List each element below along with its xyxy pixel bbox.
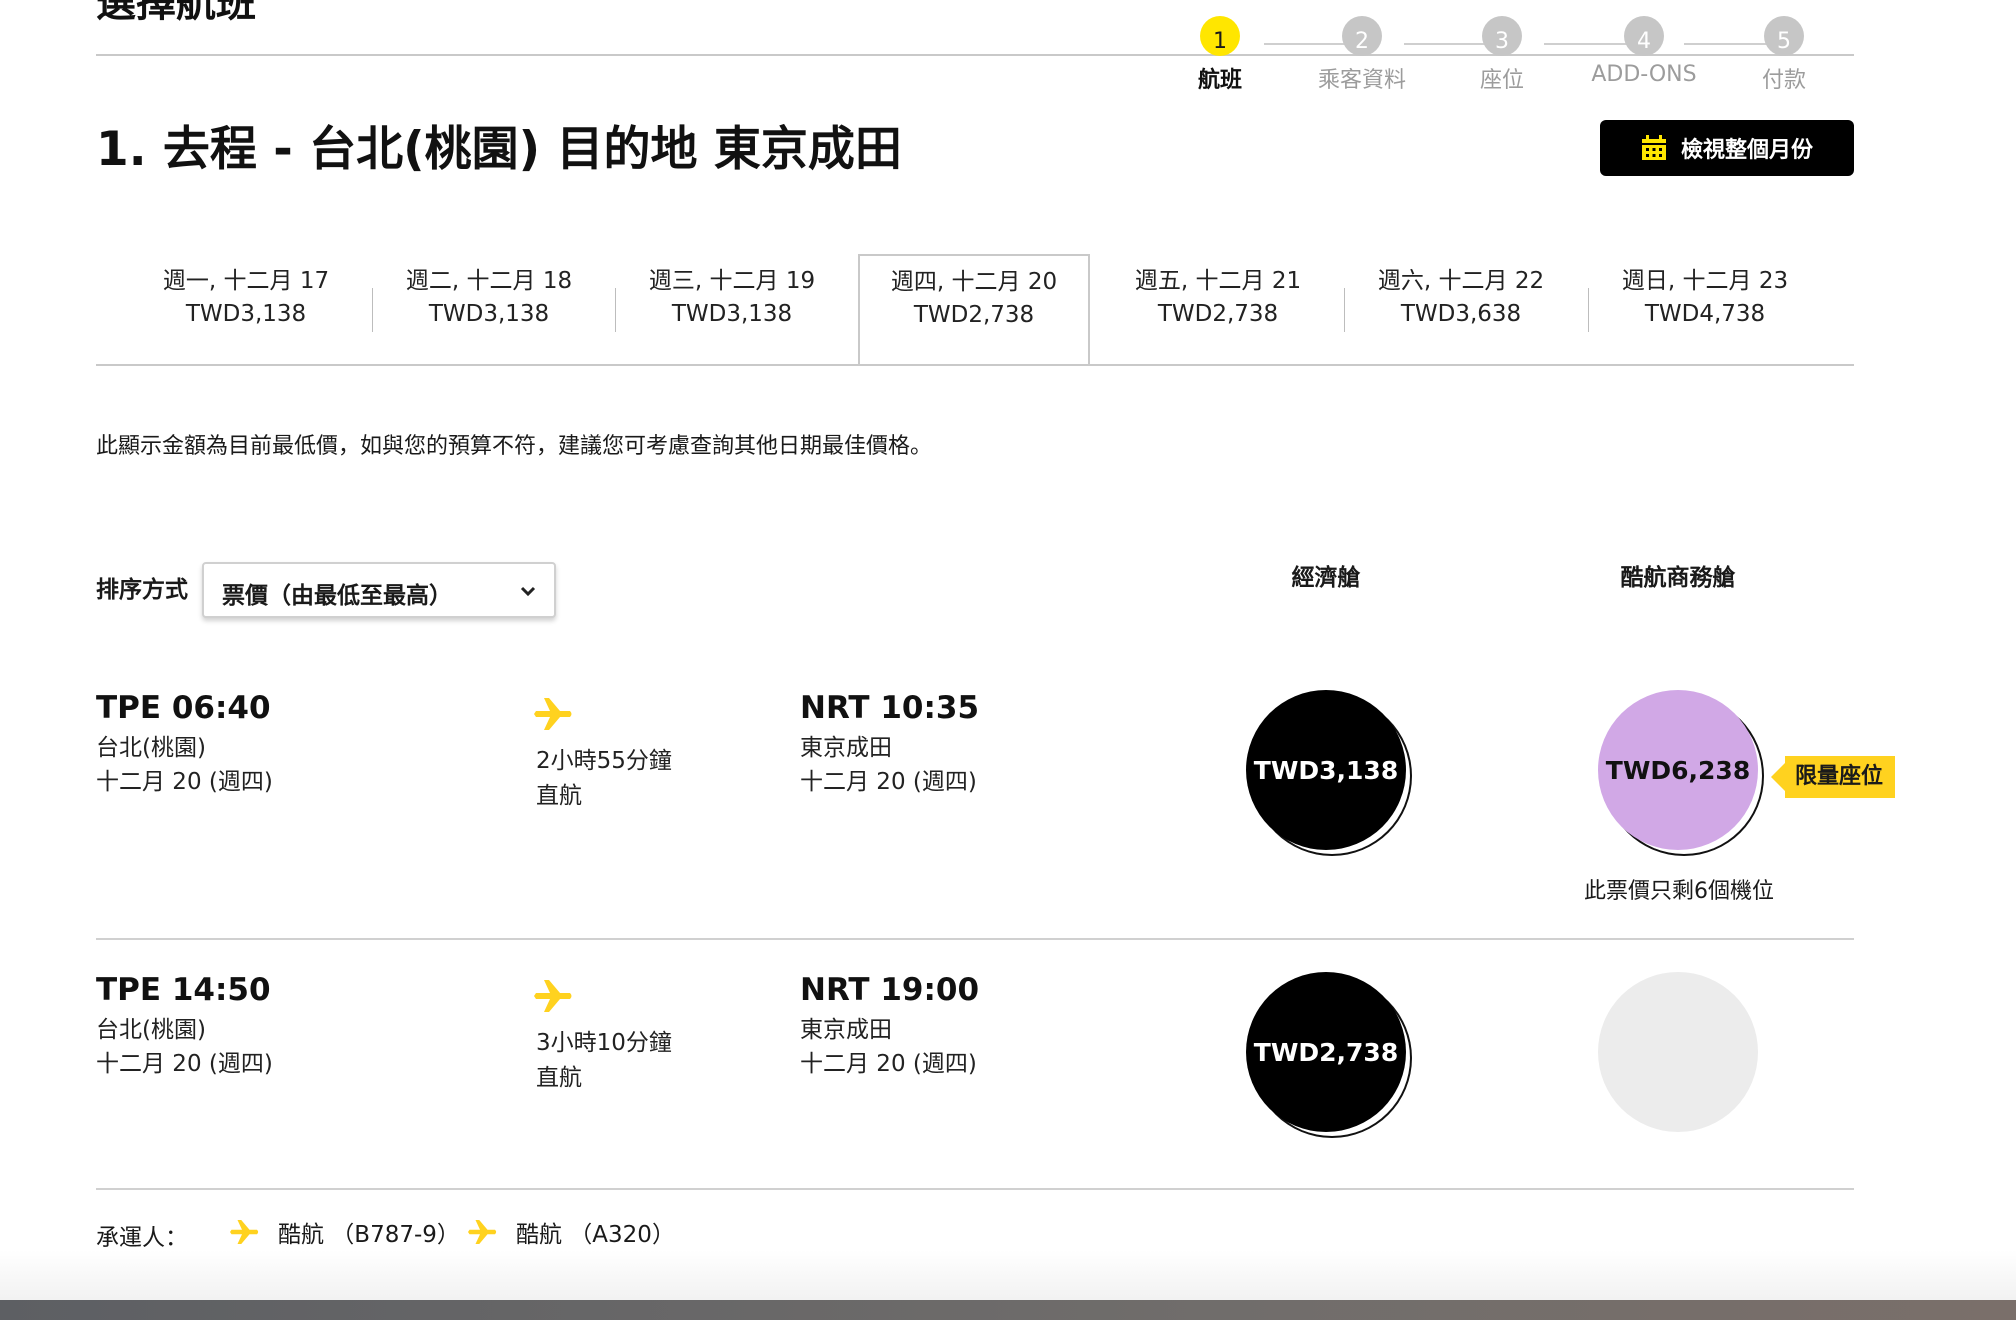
date-tab-day: 週二, 十二月 18 [405, 268, 573, 294]
section-heading: 選擇航班 [96, 0, 256, 26]
lowest-price-notice: 此顯示金額為目前最低價，如與您的預算不符，建議您可考慮查詢其他日期最佳價格。 [96, 434, 933, 459]
carrier-name: 酷航 （B787-9） [278, 1222, 460, 1248]
business-fare-unavailable [1598, 972, 1758, 1132]
view-whole-month-button[interactable]: 檢視整個月份 [1600, 120, 1854, 176]
departure-date: 十二月 20 (週四) [96, 1051, 273, 1077]
arrival-date: 十二月 20 (週四) [800, 769, 977, 795]
carrier-item: 酷航 （B787-9） [230, 1215, 460, 1249]
step-2-label: 乘客資料 [1317, 68, 1406, 93]
carrier-item: 酷航 （A320） [468, 1215, 675, 1249]
arrival-city: 東京成田 [800, 735, 892, 761]
date-tab-sun-23[interactable]: 週日, 十二月 23 TWD4,738 [1589, 265, 1821, 345]
arrival-time: NRT 19:00 [800, 972, 980, 1008]
business-column-header: 酷航商務艙 [1620, 565, 1736, 591]
economy-fare-button[interactable]: TWD2,738 [1246, 972, 1406, 1132]
date-tab-day: 週一, 十二月 17 [162, 268, 330, 294]
arrival-city: 東京成田 [800, 1017, 892, 1043]
departure-time: TPE 14:50 [96, 972, 271, 1008]
date-tab-day: 週四, 十二月 20 [890, 269, 1058, 295]
departure-date: 十二月 20 (週四) [96, 769, 273, 795]
date-tab-sat-22[interactable]: 週六, 十二月 22 TWD3,638 [1345, 265, 1577, 345]
sort-select[interactable]: 票價（由最低至最高） [202, 562, 556, 618]
arrival-time: NRT 10:35 [800, 690, 980, 726]
sort-selected-value: 票價（由最低至最高） [222, 583, 452, 609]
departure-time: TPE 06:40 [96, 690, 271, 726]
row-divider [96, 938, 1854, 940]
date-tab-price: TWD2,738 [1157, 301, 1279, 327]
step-5-circle: 5 [1764, 16, 1804, 56]
economy-fare-price: TWD3,138 [1253, 755, 1399, 785]
business-fare-button[interactable]: TWD6,238 [1598, 690, 1758, 850]
os-taskbar [0, 1300, 2016, 1320]
date-tab-thu-20-selected[interactable]: 週四, 十二月 20 TWD2,738 [858, 254, 1090, 365]
date-tab-price: TWD3,138 [671, 301, 793, 327]
date-tab-day: 週日, 十二月 23 [1621, 268, 1789, 294]
step-4-circle: 4 [1624, 16, 1664, 56]
page-title: 1. 去程 - 台北(桃園) 目的地 東京成田 [96, 122, 902, 177]
step-3-circle: 3 [1482, 16, 1522, 56]
top-divider [96, 54, 1854, 56]
calendar-icon [1641, 135, 1667, 161]
flight-duration: 3小時10分鐘 [536, 1030, 672, 1056]
flight-duration: 2小時55分鐘 [536, 748, 672, 774]
date-tab-price: TWD2,738 [913, 302, 1035, 328]
date-tab-fri-21[interactable]: 週五, 十二月 21 TWD2,738 [1102, 265, 1334, 345]
date-tab-mon-17[interactable]: 週一, 十二月 17 TWD3,138 [130, 265, 362, 345]
chevron-down-icon [518, 581, 538, 601]
plane-icon [534, 694, 574, 734]
sort-label: 排序方式 [96, 577, 188, 603]
economy-fare-price: TWD2,738 [1253, 1037, 1399, 1067]
date-tab-day: 週五, 十二月 21 [1134, 268, 1302, 294]
plane-icon [534, 976, 574, 1016]
date-tab-day: 週六, 十二月 22 [1377, 268, 1545, 294]
date-tab-price: TWD3,638 [1400, 301, 1522, 327]
seats-left-text: 此票價只剩6個機位 [1584, 879, 1774, 904]
tabs-divider [96, 364, 1854, 366]
departure-city: 台北(桃園) [96, 1017, 206, 1043]
plane-icon [468, 1220, 497, 1244]
flight-stops: 直航 [536, 1065, 582, 1091]
date-tab-wed-19[interactable]: 週三, 十二月 19 TWD3,138 [616, 265, 848, 345]
date-tab-price: TWD4,738 [1644, 301, 1766, 327]
flight-stops: 直航 [536, 783, 582, 809]
step-5-label: 付款 [1761, 68, 1806, 93]
economy-fare-button[interactable]: TWD3,138 [1246, 690, 1406, 850]
page-bottom-fade [0, 1250, 2016, 1300]
step-3-label: 座位 [1479, 68, 1524, 93]
economy-column-header: 經濟艙 [1291, 565, 1361, 591]
step-2-circle: 2 [1342, 16, 1382, 56]
carriers-label: 承運人： [96, 1225, 188, 1251]
carrier-name: 酷航 （A320） [516, 1222, 675, 1248]
business-fare-price: TWD6,238 [1605, 755, 1751, 785]
date-tab-tue-18[interactable]: 週二, 十二月 18 TWD3,138 [373, 265, 605, 345]
plane-icon [230, 1220, 259, 1244]
step-1-circle: 1 [1200, 16, 1240, 56]
step-1-label: 航班 [1197, 68, 1242, 93]
date-tab-price: TWD3,138 [428, 301, 550, 327]
date-tab-day: 週三, 十二月 19 [648, 268, 816, 294]
step-4-label: ADD-ONS [1591, 62, 1697, 87]
view-whole-month-label: 檢視整個月份 [1680, 138, 1813, 163]
arrival-date: 十二月 20 (週四) [800, 1051, 977, 1077]
departure-city: 台北(桃園) [96, 735, 206, 761]
date-tab-price: TWD3,138 [185, 301, 307, 327]
limited-seats-badge: 限量座位 [1770, 756, 1896, 798]
row-divider [96, 1188, 1854, 1190]
